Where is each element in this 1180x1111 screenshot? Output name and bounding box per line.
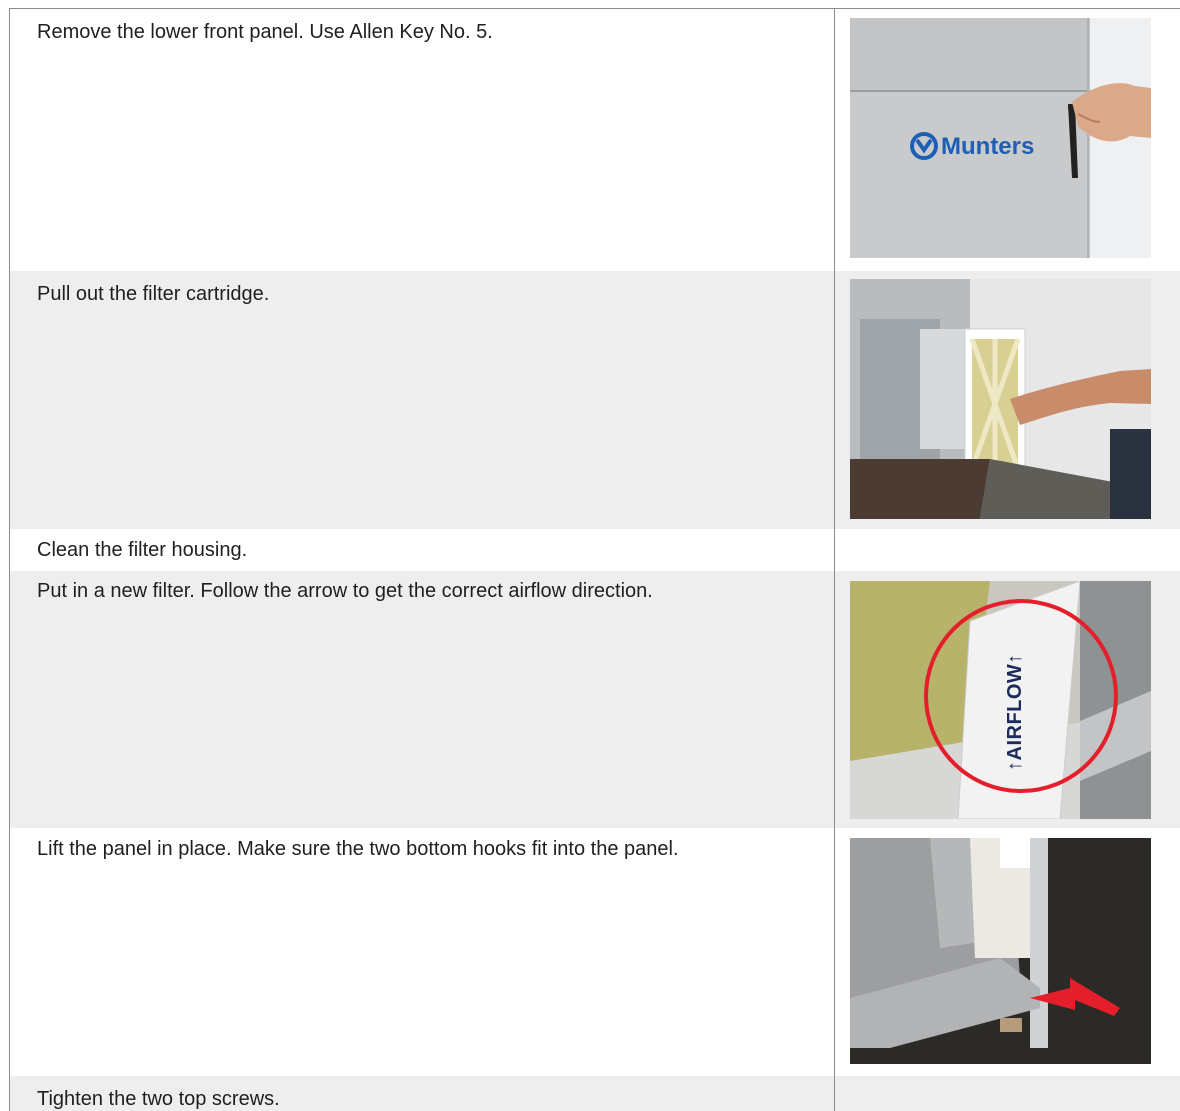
munters-logo-text: Munters: [941, 133, 1034, 160]
step-text-6: Tighten the two top screws.: [37, 1088, 280, 1110]
filter-cartridge-removal-photo: [850, 279, 1151, 519]
airflow-label: ↑AIRFLOW↑: [1004, 653, 1026, 771]
column-divider: [834, 8, 835, 1111]
step-row-3: Clean the filter housing.: [10, 529, 1180, 571]
step-row-6: Tighten the two top screws.: [10, 1076, 1180, 1111]
step-text-2: Pull out the filter cartridge.: [37, 283, 270, 305]
munters-panel-allen-key-photo: Munters: [850, 18, 1151, 258]
panel-bottom-hooks-photo: [850, 838, 1151, 1064]
step-text-4: Put in a new filter. Follow the arrow to…: [37, 580, 653, 602]
step-text-5: Lift the panel in place. Make sure the t…: [37, 838, 679, 860]
step-text-1: Remove the lower front panel. Use Allen …: [37, 21, 493, 43]
step-text-3: Clean the filter housing.: [37, 539, 248, 561]
airflow-arrow-filter-photo: ↑AIRFLOW↑: [850, 581, 1151, 819]
